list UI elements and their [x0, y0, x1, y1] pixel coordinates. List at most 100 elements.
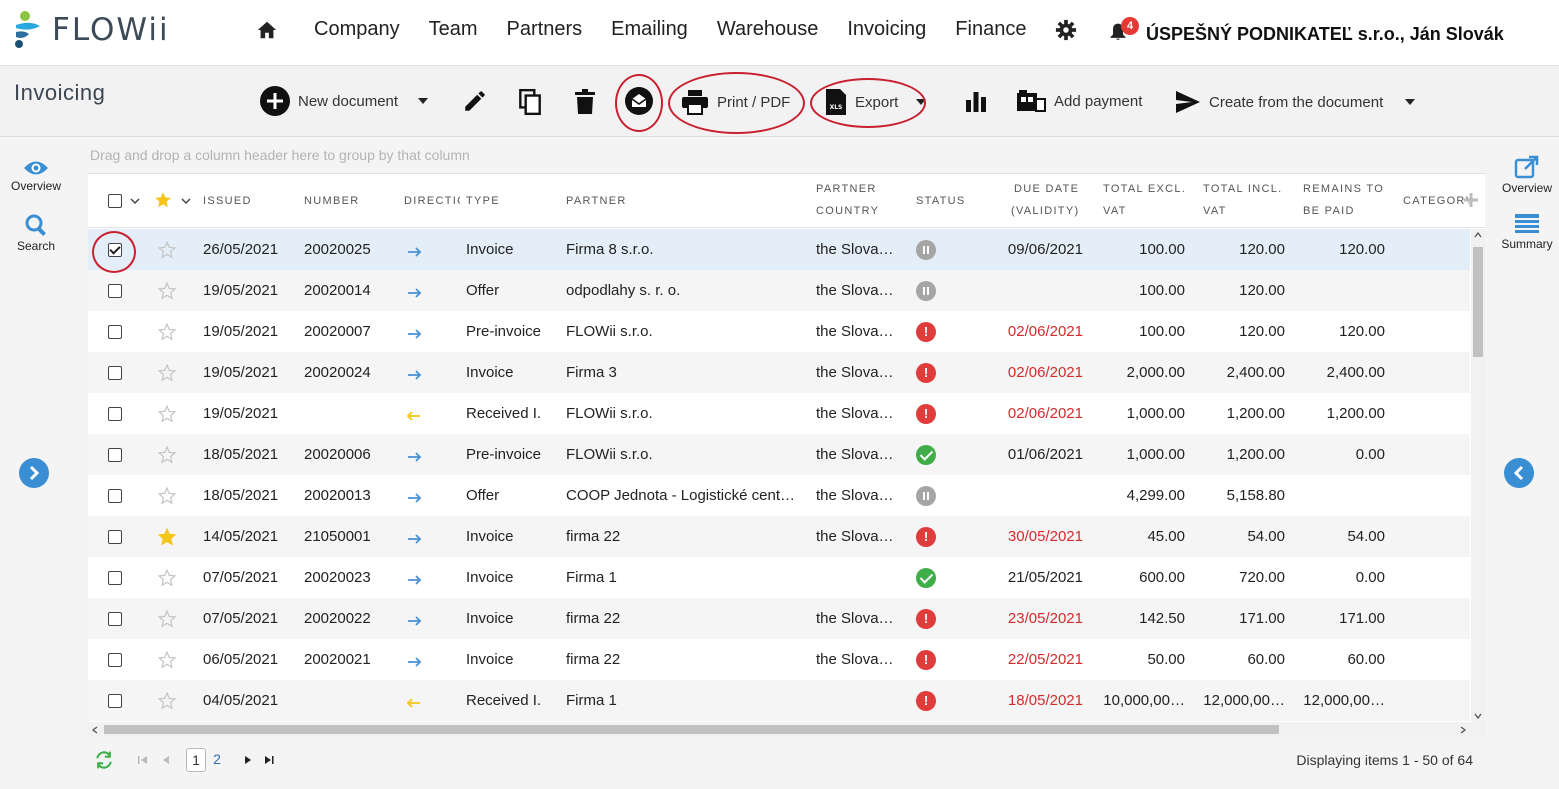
- first-page-icon[interactable]: [138, 755, 148, 765]
- col-remains-2[interactable]: BE PAID: [1303, 200, 1355, 222]
- email-envelope-icon[interactable]: [625, 87, 653, 115]
- refresh-icon[interactable]: [94, 750, 114, 770]
- table-row[interactable]: 19/05/2021 20020014 Offer odpodlahy s. r. o…: [88, 270, 1470, 311]
- row-checkbox[interactable]: [108, 243, 122, 257]
- chevron-up-icon[interactable]: [1474, 232, 1482, 238]
- nav-warehouse[interactable]: Warehouse: [717, 18, 819, 41]
- horizontal-scrollbar[interactable]: [88, 722, 1485, 736]
- row-checkbox[interactable]: [108, 325, 122, 339]
- row-checkbox[interactable]: [108, 366, 122, 380]
- expand-right-panel-button[interactable]: [1504, 458, 1534, 488]
- chevron-down-icon[interactable]: [916, 99, 927, 105]
- row-checkbox[interactable]: [108, 530, 122, 544]
- nav-partners[interactable]: Partners: [507, 18, 583, 41]
- favorite-star-icon[interactable]: [158, 446, 176, 464]
- rail-overview-button[interactable]: Overview: [0, 159, 72, 193]
- nav-finance[interactable]: Finance: [955, 18, 1026, 41]
- bar-chart-icon[interactable]: [964, 90, 988, 112]
- add-column-icon[interactable]: [1464, 193, 1478, 207]
- col-due-date-1[interactable]: DUE DATE: [1014, 178, 1079, 200]
- favorite-star-icon[interactable]: [158, 528, 176, 546]
- row-checkbox[interactable]: [108, 653, 122, 667]
- table-row[interactable]: 06/05/2021 20020021 Invoice firma 22 the Slo…: [88, 639, 1470, 680]
- company-user-label[interactable]: ÚSPEŠNÝ PODNIKATEĽ s.r.o., Ján Slovák: [1146, 24, 1504, 45]
- table-row[interactable]: 07/05/2021 20020022 Invoice firma 22 the Slo…: [88, 598, 1470, 639]
- favorite-star-icon[interactable]: [158, 692, 176, 710]
- create-from-document-button[interactable]: Create from the document: [1175, 90, 1416, 114]
- row-checkbox[interactable]: [108, 448, 122, 462]
- table-row[interactable]: 18/05/2021 20020006 Pre-invoice FLOWii s.r.…: [88, 434, 1470, 475]
- nav-invoicing[interactable]: Invoicing: [847, 18, 926, 41]
- rail-search-button[interactable]: Search: [0, 213, 72, 253]
- chevron-down-icon[interactable]: [418, 98, 429, 104]
- nav-emailing[interactable]: Emailing: [611, 18, 688, 41]
- nav-team[interactable]: Team: [429, 18, 478, 41]
- row-checkbox[interactable]: [108, 284, 122, 298]
- edit-pencil-icon[interactable]: [462, 88, 488, 114]
- previous-page-icon[interactable]: [162, 755, 170, 765]
- col-partner[interactable]: PARTNER: [566, 190, 627, 212]
- col-issued[interactable]: ISSUED: [203, 190, 252, 212]
- star-filter-icon[interactable]: [154, 191, 172, 209]
- expand-left-panel-button[interactable]: [19, 458, 49, 488]
- chevron-down-icon[interactable]: [1474, 713, 1482, 719]
- col-category[interactable]: CATEGORY: [1403, 190, 1469, 212]
- rail-right-overview-button[interactable]: Overview: [1491, 155, 1559, 195]
- trash-icon[interactable]: [573, 88, 597, 116]
- home-icon[interactable]: [256, 19, 278, 41]
- favorite-star-icon[interactable]: [158, 610, 176, 628]
- table-row[interactable]: 07/05/2021 20020023 Invoice Firma 1 21/05/20…: [88, 557, 1470, 598]
- row-checkbox[interactable]: [108, 571, 122, 585]
- favorite-star-icon[interactable]: [158, 487, 176, 505]
- col-total-incl-2[interactable]: VAT: [1203, 200, 1227, 222]
- last-page-icon[interactable]: [264, 755, 274, 765]
- row-checkbox[interactable]: [108, 612, 122, 626]
- notifications-button[interactable]: 4: [1108, 17, 1139, 46]
- col-status[interactable]: STATUS: [916, 190, 966, 212]
- table-row[interactable]: 14/05/2021 21050001 Invoice firma 22 the Slo…: [88, 516, 1470, 557]
- next-page-icon[interactable]: [244, 755, 252, 765]
- favorite-star-icon[interactable]: [158, 569, 176, 587]
- chevron-down-icon[interactable]: [181, 197, 191, 205]
- rail-summary-button[interactable]: Summary: [1491, 213, 1559, 251]
- page-1-button[interactable]: 1: [186, 748, 206, 772]
- logo[interactable]: FLOWii: [14, 10, 170, 50]
- vertical-scroll-thumb[interactable]: [1473, 247, 1483, 357]
- favorite-star-icon[interactable]: [158, 405, 176, 423]
- gear-icon[interactable]: [1055, 19, 1077, 41]
- col-number[interactable]: NUMBER: [304, 190, 359, 212]
- print-pdf-button[interactable]: Print / PDF: [681, 89, 790, 115]
- table-row[interactable]: 18/05/2021 20020013 Offer COOP Jednota - Lo…: [88, 475, 1470, 516]
- table-row[interactable]: 04/05/2021 Received I. Firma 1! 18/05/2021 1…: [88, 680, 1470, 721]
- col-total-excl-2[interactable]: VAT: [1103, 200, 1127, 222]
- favorite-star-icon[interactable]: [158, 323, 176, 341]
- row-checkbox[interactable]: [108, 489, 122, 503]
- col-partner-country-2[interactable]: COUNTRY: [816, 200, 879, 222]
- row-checkbox[interactable]: [108, 694, 122, 708]
- col-due-date-2[interactable]: (VALIDITY): [1011, 200, 1079, 222]
- table-row[interactable]: 26/05/2021 20020025 Invoice Firma 8 s.r.o. t…: [88, 229, 1470, 270]
- chevron-down-icon[interactable]: [1405, 99, 1416, 105]
- col-total-excl-1[interactable]: TOTAL EXCL.: [1103, 178, 1186, 200]
- chevron-left-icon[interactable]: [92, 726, 98, 734]
- favorite-star-icon[interactable]: [158, 241, 176, 259]
- favorite-star-icon[interactable]: [158, 364, 176, 382]
- col-type[interactable]: TYPE: [466, 190, 500, 212]
- add-payment-button[interactable]: Add payment: [1016, 90, 1142, 112]
- new-document-button[interactable]: New document: [260, 86, 429, 116]
- chevron-down-icon[interactable]: [130, 197, 140, 205]
- table-row[interactable]: 19/05/2021 Received I. FLOWii s.r.o. the Sl…: [88, 393, 1470, 434]
- chevron-right-icon[interactable]: [1460, 726, 1466, 734]
- col-total-incl-1[interactable]: TOTAL INCL.: [1203, 178, 1283, 200]
- favorite-star-icon[interactable]: [158, 282, 176, 300]
- row-checkbox[interactable]: [108, 407, 122, 421]
- horizontal-scroll-thumb[interactable]: [104, 725, 1279, 734]
- favorite-star-icon[interactable]: [158, 651, 176, 669]
- table-row[interactable]: 19/05/2021 20020007 Pre-invoice FLOWii s.r.…: [88, 311, 1470, 352]
- col-remains-1[interactable]: REMAINS TO: [1303, 178, 1384, 200]
- copy-icon[interactable]: [517, 88, 543, 116]
- export-button[interactable]: XLS Export: [825, 88, 927, 116]
- page-2-button[interactable]: 2: [210, 748, 224, 772]
- nav-company[interactable]: Company: [314, 18, 400, 41]
- vertical-scrollbar[interactable]: [1471, 229, 1485, 722]
